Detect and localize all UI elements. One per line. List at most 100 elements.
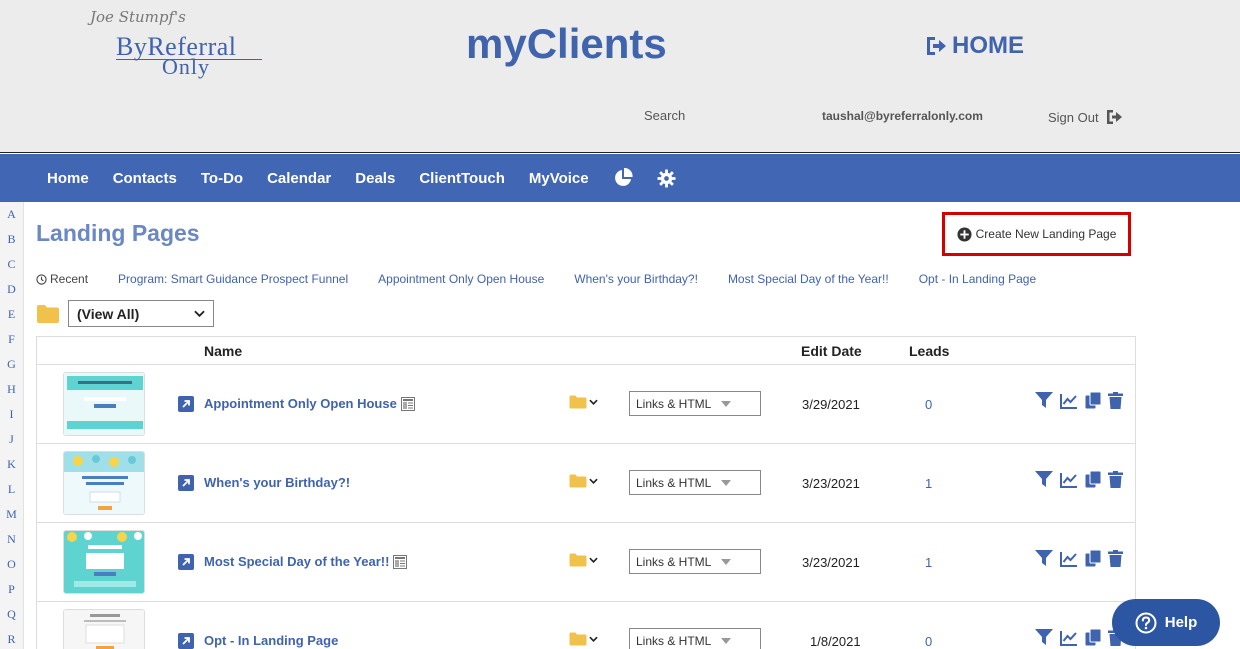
leads-count[interactable]: 0 xyxy=(925,634,932,649)
line-chart-icon[interactable] xyxy=(1060,551,1078,567)
move-folder-dropdown[interactable] xyxy=(569,553,598,567)
move-folder-dropdown[interactable] xyxy=(569,395,598,409)
landing-page-thumbnail[interactable] xyxy=(63,530,145,594)
sign-out-link[interactable]: Sign Out xyxy=(1048,109,1123,125)
landing-page-name[interactable]: Most Special Day of the Year!! xyxy=(204,554,408,569)
col-header-edit-date[interactable]: Edit Date xyxy=(801,343,862,359)
page-title: Landing Pages xyxy=(36,220,200,246)
alpha-letter[interactable]: C xyxy=(0,252,23,277)
recent-link[interactable]: Most Special Day of the Year!! xyxy=(728,272,889,286)
chevron-down-icon xyxy=(589,399,598,405)
external-link-icon[interactable] xyxy=(178,396,194,412)
leads-count[interactable]: 1 xyxy=(925,476,932,491)
recent-link[interactable]: Program: Smart Guidance Prospect Funnel xyxy=(118,272,348,286)
copy-icon[interactable] xyxy=(1085,629,1101,646)
alpha-letter[interactable]: F xyxy=(0,327,23,352)
leads-count[interactable]: 1 xyxy=(925,555,932,570)
links-html-select[interactable]: Links & HTML xyxy=(629,628,761,649)
table-row: Opt - In Landing Page Links & HTML 1/8/2… xyxy=(37,602,1135,649)
alpha-letter[interactable]: O xyxy=(0,552,23,577)
nav-clienttouch[interactable]: ClientTouch xyxy=(407,170,517,187)
nav-contacts[interactable]: Contacts xyxy=(101,170,189,187)
table-row: Appointment Only Open House Links & HTML… xyxy=(37,365,1135,444)
alpha-letter[interactable]: B xyxy=(0,227,23,252)
move-folder-dropdown[interactable] xyxy=(569,474,598,488)
filter-icon[interactable] xyxy=(1035,629,1053,646)
table-header: Name Edit Date Leads xyxy=(37,337,1135,365)
landing-page-thumbnail[interactable] xyxy=(63,372,145,436)
landing-page-name[interactable]: When's your Birthday?! xyxy=(204,475,350,490)
move-folder-dropdown[interactable] xyxy=(569,632,598,646)
external-link-icon[interactable] xyxy=(178,475,194,491)
alpha-letter[interactable]: I xyxy=(0,402,23,427)
line-chart-icon[interactable] xyxy=(1060,630,1078,646)
create-landing-page-button[interactable]: Create New Landing Page xyxy=(942,212,1131,256)
folder-select[interactable]: (View All) xyxy=(68,300,214,327)
search-link[interactable]: Search xyxy=(644,108,685,123)
links-html-select[interactable]: Links & HTML xyxy=(629,549,761,574)
alpha-letter[interactable]: Q xyxy=(0,602,23,627)
external-link-icon[interactable] xyxy=(178,554,194,570)
alpha-letter[interactable]: M xyxy=(0,502,23,527)
main-nav: Home Contacts To-Do Calendar Deals Clien… xyxy=(0,154,1240,202)
row-actions xyxy=(1035,629,1123,646)
landing-page-name[interactable]: Opt - In Landing Page xyxy=(204,633,338,648)
filter-icon[interactable] xyxy=(1035,471,1053,488)
alpha-letter[interactable]: A xyxy=(0,202,23,227)
recent-label: Recent xyxy=(36,272,88,286)
alpha-letter[interactable]: N xyxy=(0,527,23,552)
recent-link[interactable]: When's your Birthday?! xyxy=(574,272,698,286)
folder-select-value: (View All) xyxy=(77,305,140,322)
external-link-icon[interactable] xyxy=(178,633,194,649)
alpha-letter[interactable]: E xyxy=(0,302,23,327)
help-button[interactable]: Help xyxy=(1112,599,1220,646)
top-header: Joe Stumpf's ByReferral Only myClients H… xyxy=(0,0,1240,153)
nav-reports[interactable] xyxy=(601,168,645,188)
copy-icon[interactable] xyxy=(1085,550,1101,567)
trash-icon[interactable] xyxy=(1108,471,1123,488)
landing-page-thumbnail[interactable] xyxy=(63,609,145,649)
alpha-letter[interactable]: L xyxy=(0,477,23,502)
leads-count[interactable]: 0 xyxy=(925,397,932,412)
row-actions xyxy=(1035,471,1123,488)
caret-down-icon xyxy=(721,479,732,486)
alpha-letter[interactable]: G xyxy=(0,352,23,377)
folder-filter-row: (View All) xyxy=(36,300,214,327)
table-row: When's your Birthday?! Links & HTML 3/23… xyxy=(37,444,1135,523)
alpha-letter[interactable]: H xyxy=(0,377,23,402)
filter-icon[interactable] xyxy=(1035,550,1053,567)
nav-home[interactable]: Home xyxy=(35,170,101,187)
nav-calendar[interactable]: Calendar xyxy=(255,170,343,187)
home-link[interactable]: HOME xyxy=(924,32,1024,60)
links-html-select[interactable]: Links & HTML xyxy=(629,470,761,495)
trash-icon[interactable] xyxy=(1108,550,1123,567)
alpha-letter[interactable]: P xyxy=(0,577,23,602)
copy-icon[interactable] xyxy=(1085,471,1101,488)
home-link-label: HOME xyxy=(952,32,1024,59)
byreferralonly-logo[interactable]: Joe Stumpf's ByReferral Only xyxy=(88,8,268,80)
alpha-letter[interactable]: D xyxy=(0,277,23,302)
nav-deals[interactable]: Deals xyxy=(343,170,407,187)
filter-icon[interactable] xyxy=(1035,392,1053,409)
recent-link[interactable]: Appointment Only Open House xyxy=(378,272,544,286)
nav-todo[interactable]: To-Do xyxy=(189,170,255,187)
landing-page-thumbnail[interactable] xyxy=(63,451,145,515)
clock-icon xyxy=(36,273,47,285)
nav-myvoice[interactable]: MyVoice xyxy=(517,170,601,187)
col-header-name[interactable]: Name xyxy=(204,343,242,359)
caret-down-icon xyxy=(721,558,732,565)
alpha-letter[interactable]: K xyxy=(0,452,23,477)
copy-icon[interactable] xyxy=(1085,392,1101,409)
trash-icon[interactable] xyxy=(1108,392,1123,409)
nav-settings[interactable] xyxy=(645,168,688,188)
links-html-select[interactable]: Links & HTML xyxy=(629,391,761,416)
landing-page-name[interactable]: Appointment Only Open House xyxy=(204,396,415,411)
alpha-letter[interactable]: J xyxy=(0,427,23,452)
alpha-letter[interactable]: R xyxy=(0,627,23,649)
line-chart-icon[interactable] xyxy=(1060,393,1078,409)
col-header-leads[interactable]: Leads xyxy=(909,343,949,359)
table-row: Most Special Day of the Year!! Links & H… xyxy=(37,523,1135,602)
chevron-down-icon xyxy=(589,636,598,642)
line-chart-icon[interactable] xyxy=(1060,472,1078,488)
recent-link[interactable]: Opt - In Landing Page xyxy=(919,272,1036,286)
